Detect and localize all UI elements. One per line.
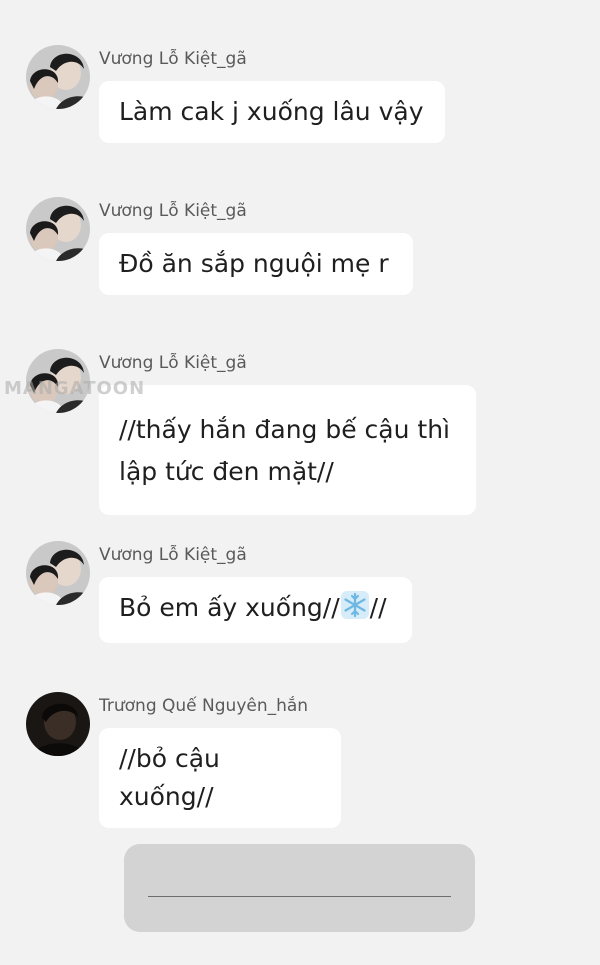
message-text: // bbox=[369, 593, 387, 622]
input-underline bbox=[148, 896, 451, 897]
avatar[interactable] bbox=[26, 692, 90, 756]
watermark: MANGATOON bbox=[4, 378, 146, 399]
message-bubble: Đồ ăn sắp nguội mẹ r bbox=[99, 233, 413, 295]
message-bubble: Làm cak j xuống lâu vậy bbox=[99, 81, 445, 143]
sender-name: Trương Quế Nguyên_hắn bbox=[99, 696, 309, 716]
avatar[interactable] bbox=[26, 541, 90, 605]
sender-name: Vương Lỗ Kiệt_gã bbox=[99, 353, 247, 373]
sender-name: Vương Lỗ Kiệt_gã bbox=[99, 201, 247, 221]
answer-input[interactable] bbox=[124, 844, 475, 932]
message-bubble: //bỏ cậu xuống// bbox=[99, 728, 341, 828]
snowflake-icon bbox=[340, 590, 370, 631]
message-text: Bỏ em ấy xuống// bbox=[119, 593, 340, 622]
sender-name: Vương Lỗ Kiệt_gã bbox=[99, 49, 247, 69]
message-bubble: Bỏ em ấy xuống// // bbox=[99, 577, 412, 643]
avatar[interactable] bbox=[26, 197, 90, 261]
avatar[interactable] bbox=[26, 45, 90, 109]
message-bubble: //thấy hắn đang bế cậu thì lập tức đen m… bbox=[99, 385, 476, 515]
sender-name: Vương Lỗ Kiệt_gã bbox=[99, 545, 247, 565]
